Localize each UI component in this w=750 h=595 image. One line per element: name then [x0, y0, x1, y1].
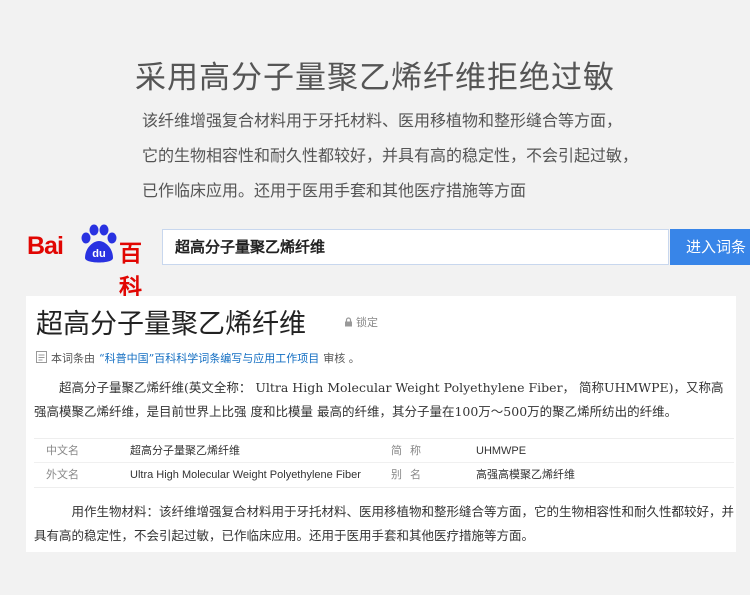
hero-line: 该纤维增强复合材料用于牙托材料、医用移植物和整形缝合等方面，: [142, 111, 623, 130]
enter-entry-button[interactable]: 进入词条: [670, 229, 750, 265]
lock-label: 锁定: [356, 316, 378, 329]
hero-line: 它的生物相容性和耐久性都较好，并具有高的稳定性，不会引起过敏，: [142, 146, 639, 165]
baidu-baike-logo[interactable]: Bai du 百科: [27, 224, 155, 300]
hero-line: 已作临床应用。还用于医用手套和其他医疗措施等方面: [142, 181, 527, 200]
document-icon: [36, 350, 47, 366]
logo-bai-text: Bai: [27, 232, 64, 260]
bio-material-paragraph: 用作生物材料：该纤维增强复合材料用于牙托材料、医用移植物和整形缝合等方面，它的生…: [34, 504, 735, 543]
hero-title: 采用高分子量聚乙烯纤维拒绝过敏: [135, 60, 615, 96]
basic-info-table: 中文名 超高分子量聚乙烯纤维 简称 UHMWPE 外文名 Ultra High …: [34, 438, 734, 488]
baike-search-bar: Bai du 百科 超高分子量聚乙烯纤维 进入词条: [27, 224, 750, 300]
review-project-link[interactable]: “科普中国”百科科学词条编写与应用工作项目: [99, 350, 319, 366]
entry-summary: 超高分子量聚乙烯纤维(英文全称： Ultra High Molecular We…: [34, 380, 724, 419]
baidu-paw-icon: du: [77, 224, 119, 268]
entry-panel: 超高分子量聚乙烯纤维 锁定 本词条由 “科普中国”百科科学词条编写与应用工作项目…: [26, 296, 736, 552]
info-label: 外文名: [46, 468, 79, 481]
info-value: 高强高模聚乙烯纤维: [476, 469, 575, 481]
info-label: 中文名: [46, 444, 79, 457]
info-row: 中文名 超高分子量聚乙烯纤维 简称 UHMWPE: [34, 439, 734, 463]
review-note: 本词条由 “科普中国”百科科学词条编写与应用工作项目 审核 。: [36, 350, 360, 366]
info-row: 外文名 Ultra High Molecular Weight Polyethy…: [34, 463, 734, 487]
lock-status: 锁定: [344, 314, 378, 330]
info-value: Ultra High Molecular Weight Polyethylene…: [130, 469, 361, 481]
lock-icon: [344, 317, 353, 327]
hero-description: 该纤维增强复合材料用于牙托材料、医用移植物和整形缝合等方面， 它的生物相容性和耐…: [142, 103, 742, 208]
info-label: 简称: [391, 444, 429, 457]
entry-title: 超高分子量聚乙烯纤维: [36, 309, 306, 340]
search-input[interactable]: 超高分子量聚乙烯纤维: [162, 229, 669, 265]
logo-baike-text: 百科: [119, 240, 142, 300]
review-suffix: 审核 。: [323, 352, 360, 365]
info-value: 超高分子量聚乙烯纤维: [130, 445, 240, 457]
info-value: UHMWPE: [476, 445, 527, 457]
info-label: 别名: [391, 468, 429, 481]
review-prefix: 本词条由: [51, 352, 95, 365]
paw-du-text: du: [92, 248, 105, 260]
